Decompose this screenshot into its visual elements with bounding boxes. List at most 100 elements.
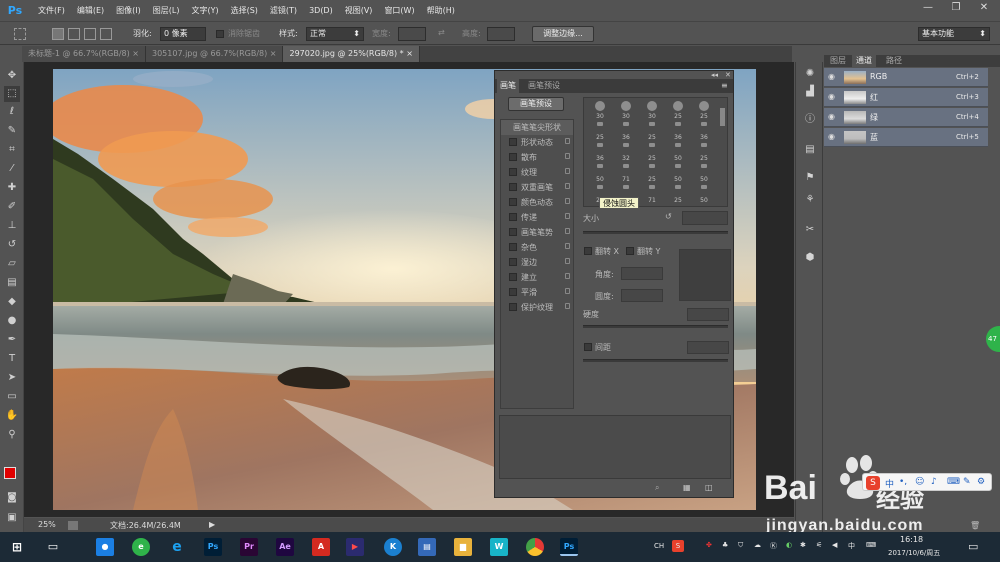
sogou-logo-icon[interactable]: S [866, 476, 880, 490]
subtract-selection-icon[interactable] [84, 28, 96, 40]
taskbar-photoshop-icon[interactable]: Ps [204, 538, 222, 556]
ime-emoji-icon[interactable]: ☺ [915, 477, 924, 487]
taskbar-premiere-icon[interactable]: Pr [240, 538, 258, 556]
brush-tip[interactable]: 25 [667, 184, 689, 204]
brush-tip[interactable]: 71 [641, 184, 663, 204]
dodge-tool-icon[interactable]: ● [4, 313, 20, 329]
quick-mask-icon[interactable]: ◙ [4, 490, 20, 506]
brush-tip[interactable]: 50 [693, 163, 715, 183]
lock-icon[interactable] [565, 168, 570, 174]
brush-tip[interactable]: 25 [641, 163, 663, 183]
width-input[interactable] [398, 27, 426, 41]
checkbox[interactable] [509, 228, 517, 236]
spacing-slider[interactable] [583, 359, 728, 362]
lock-icon[interactable] [565, 183, 570, 189]
taskbar-ie-icon[interactable]: e [168, 538, 186, 556]
antialias-checkbox[interactable] [216, 30, 224, 38]
lock-icon[interactable] [565, 243, 570, 249]
menu-help[interactable]: 帮助(H) [427, 5, 455, 16]
grid-scrollbar[interactable] [720, 108, 725, 126]
foreground-color-swatch[interactable] [4, 467, 16, 479]
brush-tip[interactable]: 71 [615, 163, 637, 183]
tab-close-icon[interactable]: × [270, 49, 277, 58]
checkbox[interactable] [509, 288, 517, 296]
brush-option-brush-pose[interactable]: 画笔笔势 [501, 225, 573, 240]
brush-tip[interactable]: 50 [667, 142, 689, 162]
lock-icon[interactable] [565, 153, 570, 159]
screen-mode-icon[interactable]: ▣ [4, 510, 20, 526]
checkbox[interactable] [509, 243, 517, 251]
taskbar-w-app-icon[interactable]: W [490, 538, 508, 556]
zoom-level[interactable]: 25% [38, 520, 56, 529]
pen-tool-icon[interactable]: ✒ [4, 332, 20, 348]
roundness-input[interactable] [621, 289, 663, 302]
path-select-tool-icon[interactable]: ➤ [4, 370, 20, 386]
eraser-tool-icon[interactable]: ▱ [4, 256, 20, 272]
crop-tool-icon[interactable]: ⌗ [4, 142, 20, 158]
swap-icon[interactable]: ⇄ [438, 28, 445, 37]
tab-layers[interactable]: 图层 [826, 55, 850, 67]
reset-size-icon[interactable]: ↺ [665, 212, 672, 221]
visibility-eye-icon[interactable]: ◉ [828, 73, 838, 81]
minimize-button[interactable]: — [914, 2, 942, 16]
tab-paths[interactable]: 路径 [882, 55, 906, 67]
ime-punct-icon[interactable]: •, [899, 477, 907, 487]
brush-tip[interactable]: 25 [589, 121, 611, 141]
brush-option-wet-edges[interactable]: 湿边 [501, 255, 573, 270]
taskbar-app-360-icon[interactable]: e [132, 538, 150, 556]
taskbar-photoshop-active-icon[interactable]: Ps [560, 538, 578, 556]
type-tool-icon[interactable]: T [4, 351, 20, 367]
brush-tip[interactable]: 32 [615, 142, 637, 162]
tab-305107[interactable]: 305107.jpg @ 66.7%(RGB/8) × [146, 46, 284, 62]
blur-tool-icon[interactable]: ◆ [4, 294, 20, 310]
tray-language-icon[interactable]: 中 [848, 541, 855, 551]
taskbar-app-qq-icon[interactable]: ● [96, 538, 114, 556]
brush-tip[interactable]: 36 [693, 121, 715, 141]
clock-time[interactable]: 16:18 [900, 535, 923, 544]
brush-tip[interactable]: 50 [693, 184, 715, 204]
taskbar-chrome-icon[interactable] [526, 538, 544, 556]
panel-menu-icon[interactable]: ≡ [721, 81, 728, 90]
windows-start-icon[interactable]: ⊞ [8, 538, 26, 556]
hardness-input[interactable] [687, 308, 729, 321]
adjustments-icon[interactable]: ▤ [802, 142, 818, 158]
ime-skin-icon[interactable]: ✎ [963, 477, 971, 487]
brush-tool-icon[interactable]: ✐ [4, 199, 20, 215]
brush-option-protect-texture[interactable]: 保护纹理 [501, 300, 573, 315]
tab-brush[interactable]: 画笔 [497, 79, 519, 93]
brush-panel-icon[interactable]: ⚑ [802, 170, 818, 186]
eyedropper-tool-icon[interactable]: ⁄ [4, 161, 20, 177]
height-input[interactable] [487, 27, 515, 41]
channel-row-green[interactable]: ◉ 绿 Ctrl+4 [824, 108, 988, 127]
lock-icon[interactable] [565, 288, 570, 294]
add-selection-icon[interactable] [68, 28, 80, 40]
size-slider[interactable] [583, 231, 728, 234]
checkbox[interactable] [509, 183, 517, 191]
panel-collapse-icon[interactable]: ◂◂ [711, 71, 718, 79]
brush-option-scattering[interactable]: 散布 [501, 150, 573, 165]
menu-file[interactable]: 文件(F) [38, 5, 65, 16]
healing-brush-tool-icon[interactable]: ✚ [4, 180, 20, 196]
brush-tip[interactable]: 25 [693, 142, 715, 162]
brush-tip-shape-item[interactable]: 画笔笔尖形状 [501, 120, 573, 135]
feather-input[interactable]: 0 像素 [160, 27, 206, 41]
tray-onedrive-icon[interactable]: ☁ [754, 541, 761, 549]
channel-row-blue[interactable]: ◉ 蓝 Ctrl+5 [824, 128, 988, 147]
taskbar-aftereffects-icon[interactable]: Ae [276, 538, 294, 556]
move-tool-icon[interactable]: ✥ [4, 68, 20, 84]
tab-close-icon[interactable]: × [406, 49, 413, 58]
menu-filter[interactable]: 滤镜(T) [270, 5, 297, 16]
gradient-tool-icon[interactable]: ▤ [4, 275, 20, 291]
brush-tip[interactable]: 36 [667, 121, 689, 141]
taskbar-explorer-icon[interactable]: ▆ [454, 538, 472, 556]
spacing-input[interactable] [687, 341, 729, 354]
brush-tip[interactable]: 30 [615, 100, 637, 120]
task-view-icon[interactable]: ▭ [44, 538, 62, 556]
ime-voice-icon[interactable]: ♪ [931, 477, 937, 487]
panel-close-icon[interactable]: ✕ [725, 71, 731, 79]
brush-option-noise[interactable]: 杂色 [501, 240, 573, 255]
checkbox[interactable] [509, 198, 517, 206]
lock-icon[interactable] [565, 273, 570, 279]
brush-tip-grid[interactable]: 30 30 30 25 25 25 36 25 36 36 36 32 25 50 25 50 71 25 50 50… [583, 97, 728, 207]
checkbox[interactable] [509, 258, 517, 266]
